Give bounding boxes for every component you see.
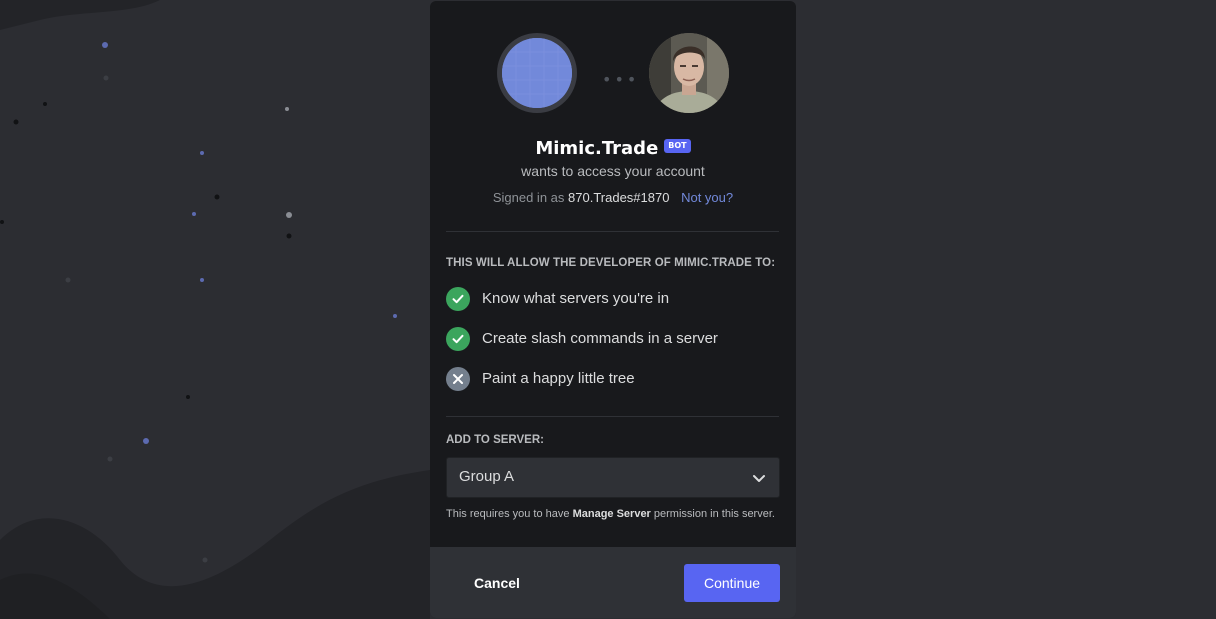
permission-label: Paint a happy little tree (482, 370, 635, 387)
app-name: Mimic.Trade (535, 138, 659, 159)
signed-in-prefix: Signed in as (492, 190, 565, 205)
server-permission-note: This requires you to have Manage Server … (446, 508, 775, 520)
add-to-server-heading: ADD TO SERVER: (446, 434, 544, 446)
requires-permission: Manage Server (572, 508, 651, 520)
cancel-button[interactable]: Cancel (452, 564, 542, 602)
app-title-row: Mimic.Trade BOT (430, 138, 796, 159)
connection-dots-icon: ••• (602, 70, 640, 89)
app-subtitle: wants to access your account (521, 163, 705, 179)
signed-in-line: Signed in as 870.Trades#1870 Not you? (430, 190, 796, 205)
permission-label: Know what servers you're in (482, 290, 670, 307)
permission-item: Know what servers you're in (446, 287, 780, 327)
app-avatar (497, 33, 577, 113)
chevron-down-icon (753, 475, 765, 482)
divider (446, 416, 779, 417)
close-icon (446, 367, 470, 391)
check-icon (446, 327, 470, 351)
permissions-heading: THIS WILL ALLOW THE DEVELOPER OF MIMIC.T… (446, 257, 776, 269)
server-select[interactable]: Group A (446, 457, 780, 498)
permission-item: Create slash commands in a server (446, 327, 780, 367)
permission-label: Create slash commands in a server (482, 330, 718, 347)
server-select-value: Group A (459, 468, 515, 485)
check-icon (446, 287, 470, 311)
requires-suffix: permission in this server. (653, 508, 775, 520)
requires-prefix: This requires you to have (446, 508, 570, 520)
permissions-list: Know what servers you're in Create slash… (446, 287, 780, 407)
bot-badge: BOT (664, 139, 691, 153)
divider (446, 231, 779, 232)
continue-button[interactable]: Continue (684, 564, 780, 602)
app-avatar-image (502, 38, 572, 108)
avatar-row: ••• (430, 33, 796, 115)
signed-in-username: 870.Trades#1870 (568, 190, 670, 205)
modal-footer: Cancel Continue (430, 547, 796, 618)
permission-item: Paint a happy little tree (446, 367, 780, 407)
oauth-authorize-modal: ••• Mimic.Trade BOT wants to access your … (430, 1, 796, 618)
user-avatar (649, 33, 729, 113)
not-you-link[interactable]: Not you? (681, 190, 733, 205)
user-avatar-image (649, 33, 729, 113)
